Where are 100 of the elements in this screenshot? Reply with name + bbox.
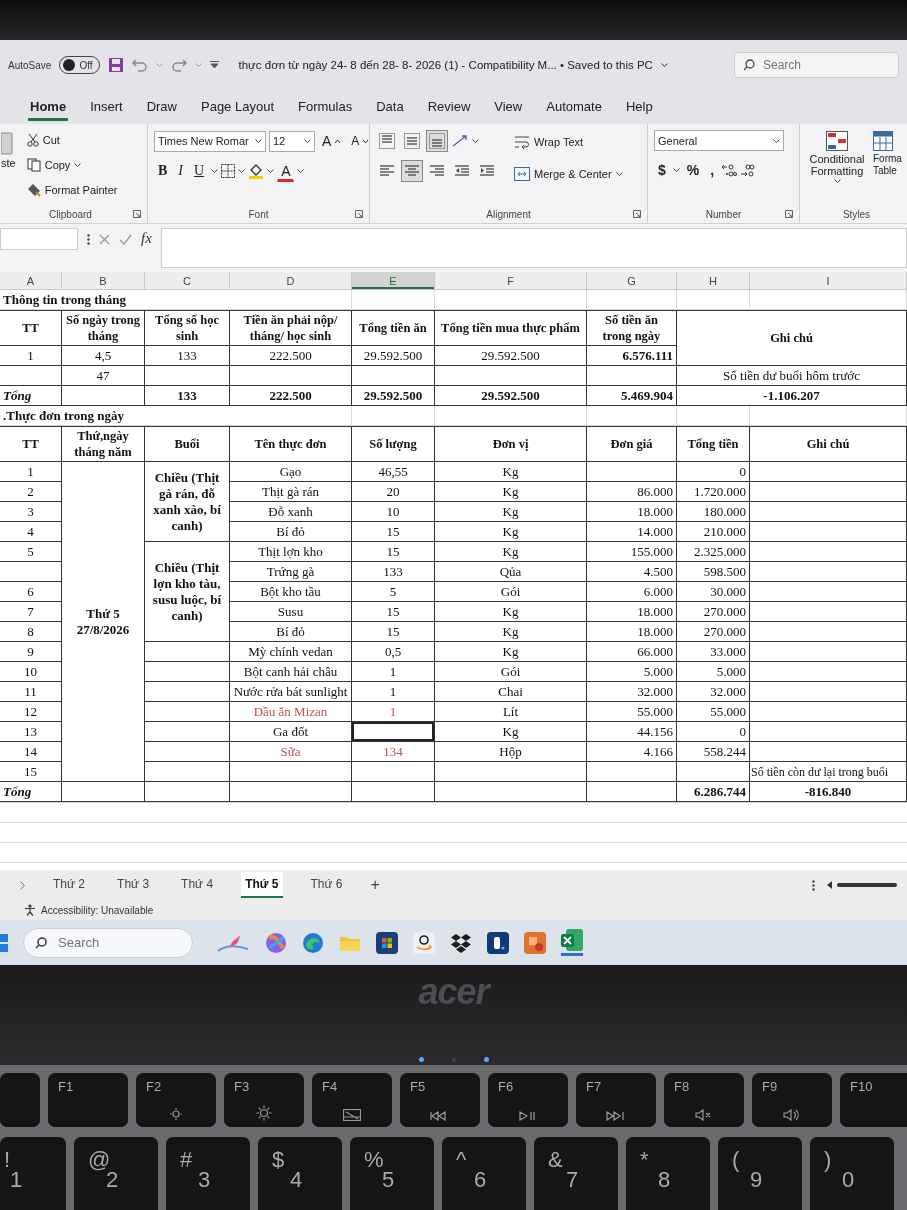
comma-style-button[interactable]: , bbox=[706, 159, 719, 181]
tiles-icon[interactable] bbox=[376, 931, 398, 954]
swirl-icon[interactable] bbox=[265, 931, 287, 954]
italic-button[interactable]: I bbox=[174, 160, 187, 182]
fill-bucket-icon[interactable] bbox=[248, 163, 265, 179]
column-heading[interactable]: G bbox=[587, 272, 677, 290]
font-size-dropdown[interactable]: 12 bbox=[269, 130, 315, 152]
brush-icon bbox=[26, 183, 41, 197]
ribbon-tab[interactable]: Page Layout bbox=[199, 95, 276, 121]
key-label: F6 bbox=[498, 1079, 514, 1094]
grow-font-button[interactable]: A bbox=[318, 130, 345, 152]
table-cell: 15 bbox=[352, 602, 435, 622]
undo-icon[interactable] bbox=[131, 58, 148, 72]
font-color-button[interactable]: A bbox=[277, 160, 295, 182]
accessibility-icon bbox=[24, 904, 36, 916]
bold-button[interactable]: B bbox=[154, 160, 172, 182]
column-heading[interactable]: D bbox=[230, 272, 352, 290]
enter-icon[interactable] bbox=[119, 234, 132, 245]
orientation-icon[interactable] bbox=[451, 134, 469, 148]
save-icon[interactable] bbox=[107, 57, 124, 73]
copy-icon bbox=[26, 158, 41, 172]
column-heading[interactable]: B bbox=[62, 272, 145, 290]
wave-circle-icon[interactable] bbox=[302, 931, 324, 954]
redo-icon[interactable] bbox=[170, 58, 187, 72]
column-heading[interactable]: H bbox=[677, 272, 750, 290]
sheet-tab[interactable]: Thứ 4 bbox=[177, 872, 218, 898]
column-heading[interactable]: I bbox=[750, 272, 907, 290]
copy-button[interactable]: Copy bbox=[22, 155, 122, 175]
percent-button[interactable]: % bbox=[682, 159, 704, 181]
middle-align-icon bbox=[404, 133, 420, 149]
align-top-button[interactable] bbox=[376, 130, 398, 152]
table-cell: 10 bbox=[352, 502, 435, 522]
decrease-decimal-icon[interactable] bbox=[740, 163, 757, 177]
tile-app-icon[interactable] bbox=[524, 931, 546, 954]
table-cell: 29.592.500 bbox=[435, 346, 587, 366]
sheet-tab[interactable]: Thứ 3 bbox=[113, 872, 154, 898]
chevron-down-icon bbox=[773, 138, 780, 143]
column-header: Số ngày trong tháng bbox=[62, 310, 145, 346]
align-bottom-button[interactable] bbox=[426, 130, 448, 152]
underline-button[interactable]: U bbox=[190, 160, 209, 182]
increase-decimal-icon[interactable] bbox=[721, 163, 738, 177]
sheet-tab[interactable]: Thứ 6 bbox=[306, 872, 347, 898]
merge-center-button[interactable]: Merge & Center bbox=[510, 164, 627, 184]
sheet-tab[interactable]: Thứ 2 bbox=[49, 872, 90, 898]
square-app-icon[interactable] bbox=[487, 931, 509, 954]
font-name-dropdown[interactable]: Times New Romar bbox=[154, 130, 266, 152]
table-cell: 0,5 bbox=[352, 642, 435, 662]
add-sheet-button[interactable]: + bbox=[370, 876, 380, 894]
cut-button[interactable]: Cut bbox=[22, 130, 122, 150]
table-cell: Số tiền dư buổi hôm trước bbox=[677, 366, 907, 386]
ribbon-tab[interactable]: Data bbox=[374, 95, 406, 121]
table-cell: 180.000 bbox=[677, 502, 750, 522]
cancel-icon[interactable] bbox=[99, 234, 110, 245]
table-cell: 32.000 bbox=[587, 682, 677, 702]
table-cell: 30.000 bbox=[677, 582, 750, 602]
table-cell: Dầu ăn Mizan bbox=[230, 702, 352, 722]
ribbon-tab[interactable]: Draw bbox=[144, 95, 179, 121]
search-field[interactable]: Search bbox=[734, 52, 899, 78]
launcher-icon[interactable] bbox=[633, 210, 641, 218]
chevron-right-icon[interactable] bbox=[20, 880, 25, 890]
ribbon-tab[interactable]: Automate bbox=[544, 95, 604, 121]
column-heading[interactable]: C bbox=[145, 272, 230, 290]
borders-icon[interactable] bbox=[221, 164, 236, 178]
column-heading[interactable]: E bbox=[352, 272, 435, 290]
sheet-tab[interactable]: Thứ 5 bbox=[241, 872, 283, 898]
ribbon-tab[interactable]: Help bbox=[623, 95, 655, 121]
format-painter-button[interactable]: Format Painter bbox=[22, 180, 122, 200]
more-icon[interactable] bbox=[812, 879, 815, 891]
ribbon-tab[interactable]: Review bbox=[425, 95, 473, 121]
scrollbar[interactable] bbox=[827, 881, 897, 889]
conditional-formatting-button[interactable]: Conditional Formatting bbox=[806, 130, 868, 207]
customize-icon[interactable] bbox=[209, 61, 219, 69]
launcher-icon[interactable] bbox=[133, 210, 141, 218]
ribbon-tab[interactable]: Formulas bbox=[296, 95, 355, 121]
caret-down-icon bbox=[363, 139, 369, 143]
column-heading[interactable]: A bbox=[0, 272, 62, 290]
ribbon-tab[interactable]: Home bbox=[28, 95, 69, 121]
windows-logo-icon[interactable] bbox=[0, 933, 8, 952]
taskbar-search-field[interactable]: Search bbox=[23, 927, 193, 958]
ribbon-tab[interactable]: View bbox=[492, 95, 525, 121]
more-icon[interactable] bbox=[87, 234, 90, 245]
shrink-font-button[interactable]: A bbox=[347, 131, 373, 151]
formula-input[interactable] bbox=[160, 228, 907, 268]
launcher-icon[interactable] bbox=[785, 210, 793, 218]
format-as-table-button[interactable]: Forma Table bbox=[872, 130, 906, 207]
insert-function-button[interactable]: fx bbox=[141, 230, 152, 247]
number-format-dropdown[interactable]: General bbox=[654, 130, 784, 151]
ribbon-tab[interactable]: Insert bbox=[88, 95, 125, 121]
spreadsheet-icon[interactable] bbox=[561, 929, 583, 951]
paste-button[interactable]: ste bbox=[0, 130, 17, 207]
currency-button[interactable]: $ bbox=[654, 159, 670, 181]
align-middle-button[interactable] bbox=[401, 130, 423, 152]
table-cell: 1 bbox=[0, 462, 62, 482]
table-cell: 13 bbox=[0, 722, 62, 742]
wrap-text-button[interactable]: Wrap Text bbox=[510, 132, 627, 152]
diamonds-icon[interactable] bbox=[450, 932, 472, 953]
align-center-button[interactable] bbox=[401, 160, 423, 182]
table-cell: 133 bbox=[145, 386, 230, 406]
column-heading[interactable]: F bbox=[435, 272, 587, 290]
launcher-icon[interactable] bbox=[355, 210, 363, 218]
